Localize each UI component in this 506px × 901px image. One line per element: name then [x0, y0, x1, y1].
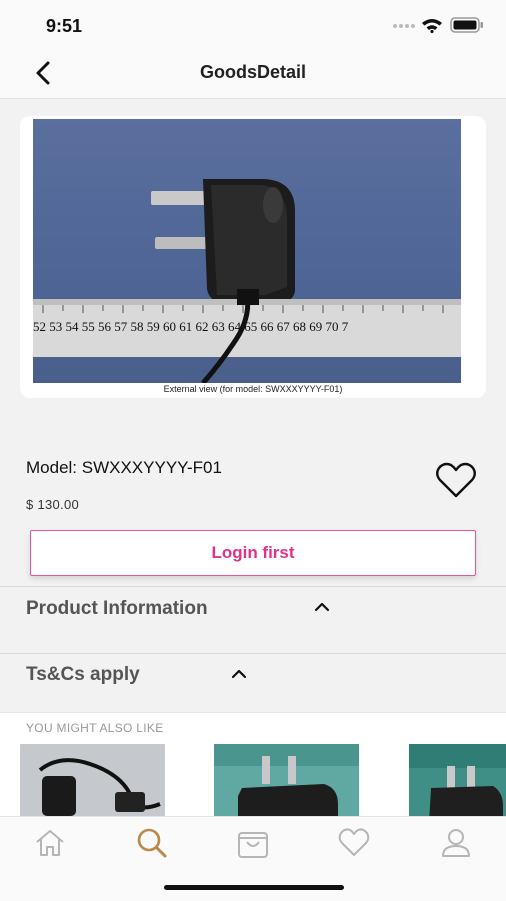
image-caption: External view (for model: SWXXXYYYY-F01) [163, 384, 343, 394]
adapter-thumb-image [214, 744, 359, 824]
recommended-product-thumb[interactable] [20, 744, 165, 824]
product-price: $ 130.00 [26, 497, 80, 512]
login-first-button[interactable]: Login first [30, 530, 476, 576]
recommended-product-thumb[interactable] [409, 744, 506, 824]
favorite-heart-icon[interactable] [434, 460, 478, 500]
recommendations-title: YOU MIGHT ALSO LIKE [26, 721, 164, 735]
page-title: GoodsDetail [199, 62, 306, 82]
user-icon[interactable] [439, 826, 473, 860]
charger-photo: 52 53 54 55 56 57 58 59 60 61 62 63 64 6… [33, 179, 461, 383]
wifi-icon [422, 19, 442, 33]
search-icon[interactable] [135, 826, 169, 860]
status-time: 9:51 [46, 16, 83, 36]
home-icon[interactable] [33, 826, 67, 860]
recommended-product-thumb[interactable] [214, 744, 359, 824]
heart-icon[interactable] [337, 826, 371, 860]
cellular-signal-icon [393, 24, 415, 28]
product-image[interactable]: 52 53 54 55 56 57 58 59 60 61 62 63 64 6… [33, 119, 461, 383]
charger-thumb-image [20, 744, 165, 824]
cart-icon[interactable] [236, 826, 270, 860]
chevron-up-icon[interactable] [229, 667, 249, 681]
battery-icon [450, 17, 483, 33]
product-information-title: Product Information [26, 598, 208, 619]
product-model: Model: SWXXXYYYY-F01 [26, 458, 222, 477]
ruler-numbers: 52 53 54 55 56 57 58 59 60 61 62 63 64 6… [33, 319, 349, 334]
chevron-up-icon[interactable] [312, 600, 332, 614]
home-indicator[interactable] [164, 885, 344, 890]
adapter-thumb-image [409, 744, 506, 824]
tscs-title: Ts&Cs apply [26, 664, 140, 685]
